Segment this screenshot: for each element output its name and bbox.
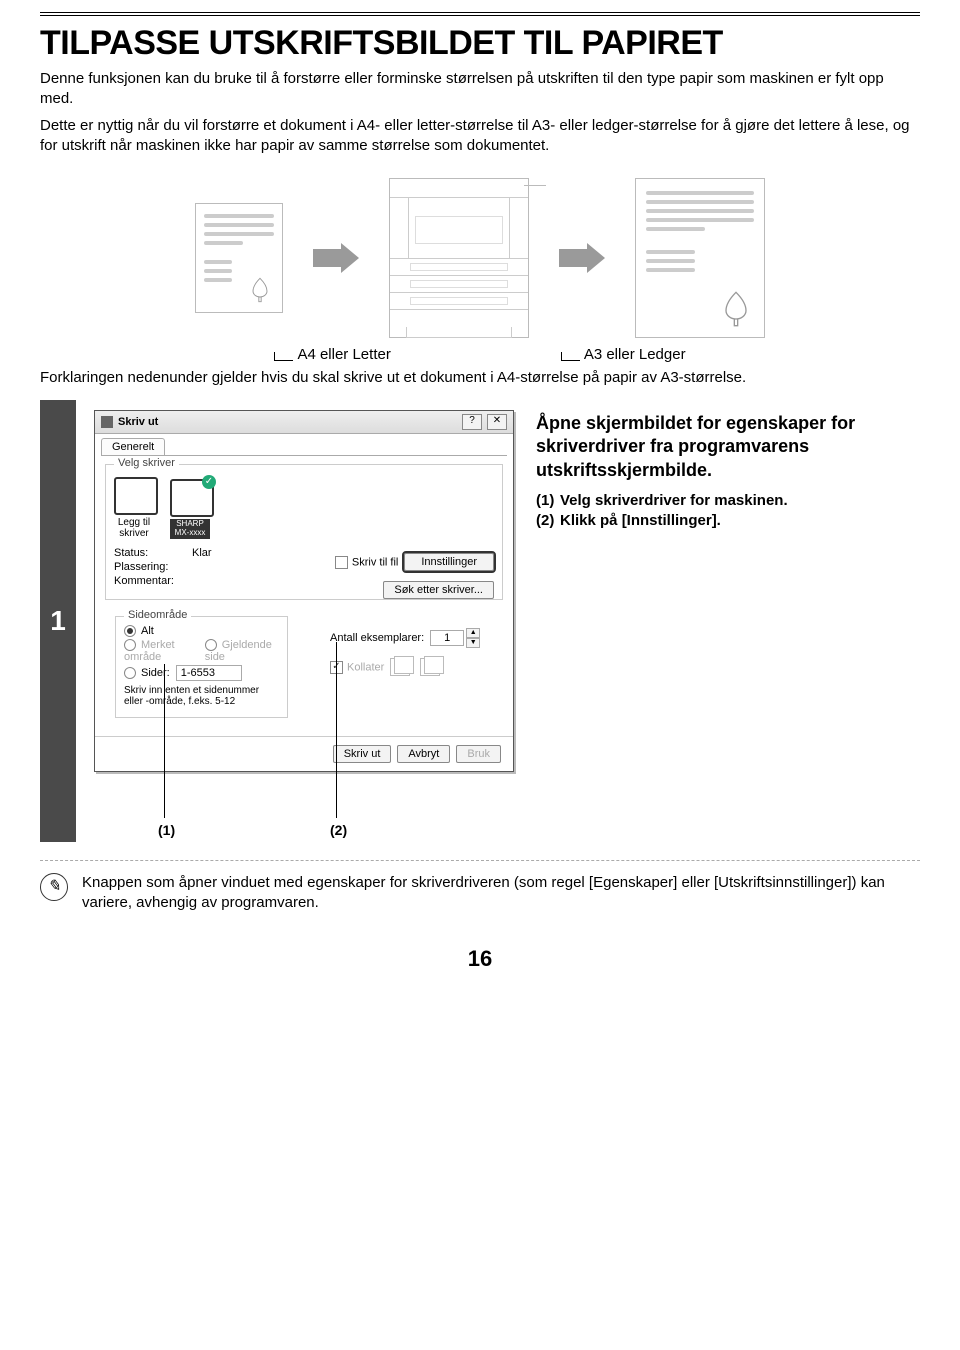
find-printer-button[interactable]: Søk etter skriver... [383,581,494,599]
pencil-note-icon: ✎ [40,873,68,901]
pages-input[interactable]: 1-6553 [176,665,242,681]
status-value: Klar [192,547,212,559]
page-number: 16 [40,946,920,972]
selected-printer-name: SHARP MX-xxxx [170,519,210,539]
print-to-file-checkbox[interactable]: Skriv til fil [335,556,398,569]
range-current-radio[interactable]: Gjeldende side [205,639,279,663]
callout-2: (2) [330,822,347,838]
step-item-1: (1)Velg skriverdriver for maskinen. [536,492,912,509]
location-key: Plassering: [114,561,184,573]
close-icon[interactable]: ✕ [487,414,507,430]
status-key: Status: [114,547,184,559]
intro-paragraph-2: Dette er nyttig når du vil forstørre et … [40,116,920,157]
collate-checkbox[interactable]: Kollater [330,661,384,674]
intro-paragraph-1: Denne funksjonen kan du bruke til å fors… [40,69,920,110]
tab-general[interactable]: Generelt [101,438,165,455]
comment-key: Kommentar: [114,575,184,587]
diagram-captions: A4 eller Letter A3 eller Ledger [40,346,920,363]
print-button[interactable]: Skriv ut [333,745,392,763]
range-all-radio[interactable]: Alt [124,625,154,637]
step-item-2: (2)Klikk på [Innstillinger]. [536,512,912,529]
dialog-title: Skriv ut [118,416,158,428]
tree-icon [716,289,756,329]
group-label-printer: Velg skriver [114,457,179,469]
size-diagram [40,178,920,338]
range-selection-radio[interactable]: Merket område [124,639,199,663]
pages-hint: Skriv inn enten et sidenummer eller -omr… [124,685,279,707]
copies-spinner[interactable]: ▲▼ [430,628,480,648]
step-number: 1 [40,400,76,842]
step-heading: Åpne skjermbildet for egenskaper for skr… [536,412,912,482]
note-text: Knappen som åpner vinduet med egenskaper… [82,873,920,914]
add-printer-label: Legg til skriver [114,517,154,539]
caption-a4: A4 eller Letter [274,346,390,363]
dashed-separator [40,860,920,861]
caption-a3: A3 eller Ledger [561,346,686,363]
range-pages-radio[interactable]: Sider: [124,667,170,679]
settings-button[interactable]: Innstillinger [404,553,494,571]
help-button[interactable]: ? [462,414,482,430]
apply-button[interactable]: Bruk [456,745,501,763]
group-label-range: Sideområde [124,609,191,621]
collate-icon [390,658,440,676]
tree-icon [246,276,274,304]
arrow-right-icon [559,243,605,273]
page-title: TILPASSE UTSKRIFTSBILDET TIL PAPIRET [40,24,920,63]
top-rule [40,12,920,16]
window-icon [101,416,113,428]
copies-label: Antall eksemplarer: [330,632,424,644]
cancel-button[interactable]: Avbryt [397,745,450,763]
document-a3-icon [635,178,765,338]
screenshot-dialog: Skriv ut ? ✕ Generelt Velg skriver [94,410,514,832]
printer-icon [389,178,529,338]
document-a4-icon [195,203,283,313]
arrow-right-icon [313,243,359,273]
callout-1: (1) [158,822,175,838]
explanation-note: Forklaringen nedenunder gjelder hvis du … [40,369,920,386]
printer-driver-item[interactable]: SHARP MX-xxxx [170,479,210,539]
add-printer-button[interactable]: Legg til skriver [114,477,154,539]
